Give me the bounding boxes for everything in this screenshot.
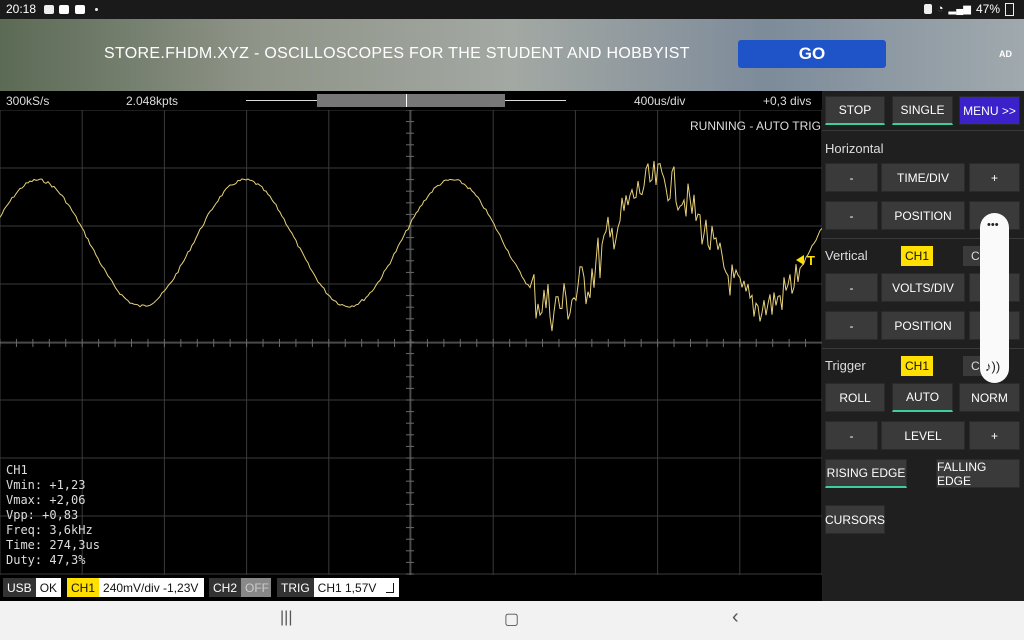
meas-vmax: Vmax: +2,06: [6, 493, 86, 507]
falling-edge-button[interactable]: FALLING EDGE: [936, 459, 1020, 488]
trigger-marker-label: T: [807, 253, 815, 268]
meas-vmin: Vmin: +1,23: [6, 478, 86, 492]
meas-channel: CH1: [6, 463, 28, 477]
time-div-plus-button[interactable]: +: [969, 163, 1020, 192]
h-position-minus-button[interactable]: -: [825, 201, 878, 230]
single-button[interactable]: SINGLE: [892, 96, 953, 125]
volume-popup[interactable]: ••• ♪)): [980, 213, 1009, 383]
trigger-label: Trigger: [825, 358, 866, 373]
image-icon: [44, 5, 54, 14]
ch1-chip[interactable]: CH1 240mV/div -1,23V: [67, 578, 204, 597]
level-button[interactable]: LEVEL: [881, 421, 965, 450]
volts-div-button[interactable]: VOLTS/DIV: [881, 273, 965, 302]
recents-icon[interactable]: |||: [280, 609, 292, 627]
ad-label: AD: [999, 49, 1012, 59]
more-options-icon[interactable]: •••: [987, 219, 999, 231]
buffer-trigger-mark: [406, 94, 407, 107]
sample-rate: 300kS/s: [6, 94, 50, 108]
trigger-ch1-button[interactable]: CH1: [901, 356, 933, 376]
vertical-label: Vertical: [825, 248, 868, 263]
measurements-panel: CH1 Vmin: +1,23 Vmax: +2,06 Vpp: +0,83 F…: [6, 463, 100, 568]
trigger-arrow-icon: [796, 255, 804, 265]
points-count: 2.048kpts: [126, 94, 179, 108]
rising-edge-button[interactable]: RISING EDGE: [825, 459, 907, 488]
meas-time: Time: 274,3us: [6, 538, 100, 552]
sound-icon[interactable]: ♪)): [985, 359, 1000, 374]
run-status: RUNNING - AUTO TRIG: [690, 119, 821, 133]
time-div-button[interactable]: TIME/DIV: [881, 163, 965, 192]
ch2-key: CH2: [209, 578, 242, 597]
menu-button[interactable]: MENU >>: [959, 96, 1020, 125]
meas-vpp: Vpp: +0,83: [6, 508, 79, 522]
system-nav-bar: ||| ▢ ‹: [0, 601, 1024, 640]
vertical-ch1-button[interactable]: CH1: [901, 246, 933, 266]
usb-chip: USB OK: [3, 578, 61, 597]
battery-icon: [1005, 2, 1014, 16]
scope-display[interactable]: T RUNNING - AUTO TRIG CH1 Vmin: +1,23 Vm…: [0, 110, 822, 575]
scope-grid-and-trace: T: [0, 110, 822, 575]
rising-edge-icon: [386, 582, 395, 593]
h-position-button[interactable]: POSITION: [881, 201, 965, 230]
wifi-icon: ◔: [936, 3, 944, 15]
v-position-button[interactable]: POSITION: [881, 311, 965, 340]
youtube-icon: [59, 5, 69, 14]
level-plus-button[interactable]: +: [969, 421, 1020, 450]
meas-freq: Freq: 3,6kHz: [6, 523, 93, 537]
v-position-minus-button[interactable]: -: [825, 311, 878, 340]
back-icon[interactable]: ‹: [732, 606, 739, 629]
time-div-readout: 400us/div: [634, 94, 686, 108]
usb-key: USB: [3, 578, 36, 597]
youtube-icon: [75, 5, 85, 14]
signal-icon: ▂▄▆: [948, 3, 971, 15]
auto-button[interactable]: AUTO: [892, 383, 953, 412]
norm-button[interactable]: NORM: [959, 383, 1020, 412]
status-time: 20:18: [6, 2, 37, 16]
dot-icon: [95, 8, 98, 11]
home-icon[interactable]: ▢: [504, 609, 519, 629]
time-div-minus-button[interactable]: -: [825, 163, 878, 192]
trig-chip[interactable]: TRIG CH1 1,57V: [277, 578, 399, 597]
level-minus-button[interactable]: -: [825, 421, 878, 450]
cursors-button[interactable]: CURSORS: [825, 505, 885, 534]
usb-val: OK: [39, 580, 58, 595]
trig-key: TRIG: [277, 578, 314, 597]
status-bar: 20:18 ◔ ▂▄▆ 47%: [0, 0, 1024, 19]
meas-duty: Duty: 47,3%: [6, 553, 86, 567]
volts-div-minus-button[interactable]: -: [825, 273, 878, 302]
roll-button[interactable]: ROLL: [825, 383, 885, 412]
divider: [822, 130, 1024, 131]
horizontal-label: Horizontal: [825, 141, 884, 156]
buffer-window-handle[interactable]: [317, 94, 505, 107]
scope-info-bar: 300kS/s 2.048kpts 400us/div +0,3 divs: [0, 91, 822, 110]
channel-status-bar: USB OK CH1 240mV/div -1,23V CH2 OFF TRIG…: [0, 575, 822, 601]
ad-banner[interactable]: STORE.FHDM.XYZ - OSCILLOSCOPES FOR THE S…: [0, 19, 1024, 91]
ch2-val: OFF: [245, 580, 270, 595]
ch1-val: 240mV/div -1,23V: [103, 580, 199, 595]
horizontal-offset: +0,3 divs: [763, 94, 812, 108]
trig-val: CH1 1,57V: [317, 580, 377, 595]
ad-go-button[interactable]: GO: [738, 40, 886, 68]
ch2-chip[interactable]: CH2 OFF: [209, 578, 271, 597]
ad-text: STORE.FHDM.XYZ - OSCILLOSCOPES FOR THE S…: [104, 45, 690, 62]
lock-icon: [923, 4, 932, 14]
ch1-key: CH1: [67, 578, 100, 597]
stop-button[interactable]: STOP: [825, 96, 885, 125]
battery-percent: 47%: [975, 2, 1000, 16]
